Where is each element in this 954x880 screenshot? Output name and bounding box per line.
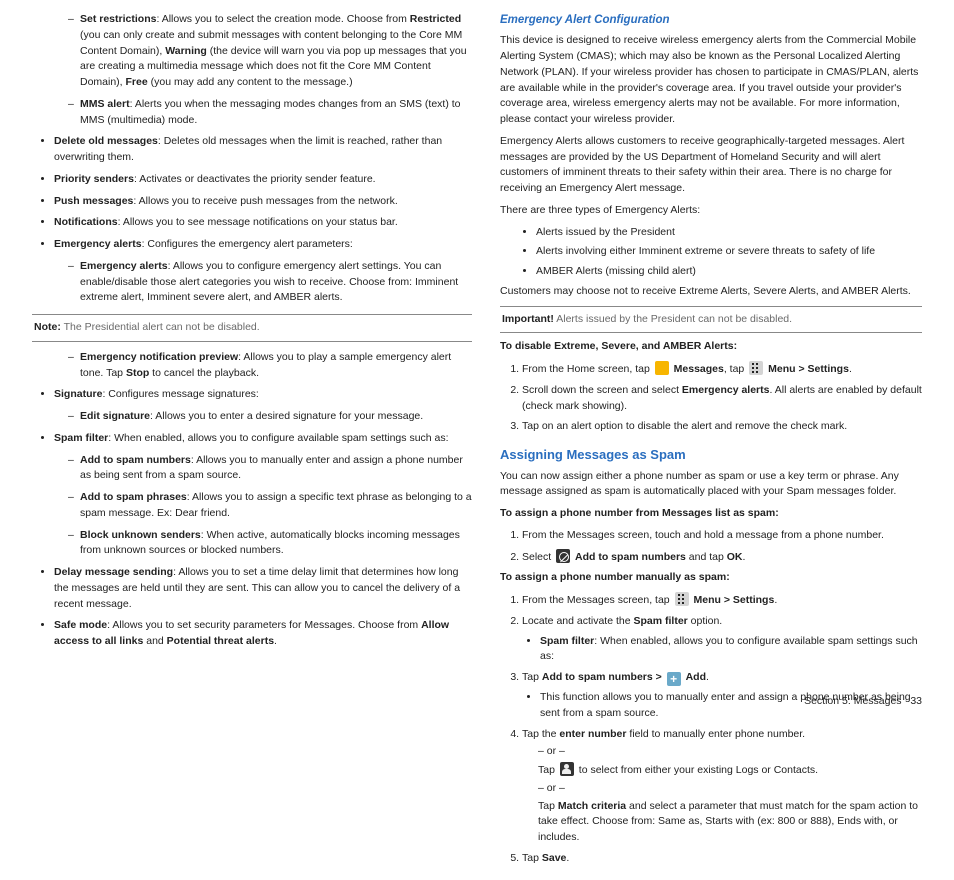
item-add-spam-numbers: Add to spam numbers: Allows you to manua…	[68, 453, 472, 485]
bullet-list-delay-safe: Delay message sending: Allows you to set…	[32, 565, 472, 650]
sub-list-emerg: Emergency alerts: Allows you to configur…	[32, 259, 472, 306]
assign-list-step-1: From the Messages screen, touch and hold…	[522, 528, 922, 544]
disable-header: To disable Extreme, Severe, and AMBER Al…	[500, 339, 922, 355]
item-add-spam-phrases: Add to spam phrases: Allows you to assig…	[68, 490, 472, 522]
manual-step-4: Tap the enter number field to manually e…	[522, 727, 922, 846]
contact-icon	[560, 762, 574, 776]
emerg-para-1: This device is designed to receive wirel…	[500, 33, 922, 128]
disable-steps: From the Home screen, tap Messages, tap …	[500, 361, 922, 435]
manual-step-4-sub-contacts: Tap to select from either your existing …	[538, 762, 922, 779]
item-safe-mode: Safe mode: Allows you to set security pa…	[54, 618, 472, 650]
bullet-list-signature: Signature: Configures message signatures…	[32, 387, 472, 403]
alert-type-imminent: Alerts involving either Imminent extreme…	[536, 244, 922, 260]
item-notifications: Notifications: Allows you to see message…	[54, 215, 472, 231]
item-emerg-alerts-sub: Emergency alerts: Allows you to configur…	[68, 259, 472, 306]
sub-list-restrictions: Set restrictions: Allows you to select t…	[32, 12, 472, 128]
manual-step-2-sub: Spam filter: When enabled, allows you to…	[522, 634, 922, 666]
item-emergency-alerts: Emergency alerts: Configures the emergen…	[54, 237, 472, 253]
or-divider-2: – or –	[538, 781, 922, 797]
item-block-unknown: Block unknown senders: When active, auto…	[68, 528, 472, 560]
note-presidential: Note: The Presidential alert can not be …	[32, 314, 472, 342]
disable-step-2: Scroll down the screen and select Emerge…	[522, 383, 922, 415]
item-signature: Signature: Configures message signatures…	[54, 387, 472, 403]
spam-icon	[556, 549, 570, 563]
bullet-list-spamfilter: Spam filter: When enabled, allows you to…	[32, 431, 472, 447]
manual-step-2: Locate and activate the Spam filter opti…	[522, 614, 922, 665]
emerg-para-3: There are three types of Emergency Alert…	[500, 203, 922, 219]
sub-list-spam: Add to spam numbers: Allows you to manua…	[32, 453, 472, 560]
messages-icon	[655, 361, 669, 375]
item-set-restrictions: Set restrictions: Allows you to select t…	[68, 12, 472, 91]
heading-emergency-config: Emergency Alert Configuration	[500, 12, 922, 29]
heading-spam: Assigning Messages as Spam	[500, 445, 922, 465]
item-priority-senders: Priority senders: Activates or deactivat…	[54, 172, 472, 188]
sub-list-emerg-preview: Emergency notification preview: Allows y…	[32, 350, 472, 382]
emerg-para-2: Emergency Alerts allows customers to rec…	[500, 134, 922, 197]
emerg-para-4: Customers may choose not to receive Extr…	[500, 284, 922, 300]
assign-manual-header: To assign a phone number manually as spa…	[500, 570, 922, 586]
important-box: Important! Alerts issued by the Presiden…	[500, 306, 922, 334]
footer-section: Section 5: Messages	[804, 695, 901, 707]
manual-step-5: Tap Save.	[522, 851, 922, 867]
manual-step-2-sub-item: Spam filter: When enabled, allows you to…	[540, 634, 922, 666]
item-mms-alert: MMS alert: Alerts you when the messaging…	[68, 97, 472, 129]
item-spam-filter: Spam filter: When enabled, allows you to…	[54, 431, 472, 447]
alert-type-amber: AMBER Alerts (missing child alert)	[536, 264, 922, 280]
footer-page: 33	[910, 695, 922, 707]
assign-from-list-header: To assign a phone number from Messages l…	[500, 506, 922, 522]
assign-list-steps: From the Messages screen, touch and hold…	[500, 528, 922, 566]
plus-icon: +	[667, 672, 681, 686]
disable-step-3: Tap on an alert option to disable the al…	[522, 419, 922, 435]
manual-step-4-sub-match: Tap Match criteria and select a paramete…	[538, 799, 922, 846]
spam-para-1: You can now assign either a phone number…	[500, 469, 922, 501]
alert-type-president: Alerts issued by the President	[536, 225, 922, 241]
or-divider-1: – or –	[538, 744, 922, 760]
item-delay-sending: Delay message sending: Allows you to set…	[54, 565, 472, 612]
menu-icon	[675, 592, 689, 606]
item-edit-signature: Edit signature: Allows you to enter a de…	[68, 409, 472, 425]
item-delete-old: Delete old messages: Deletes old message…	[54, 134, 472, 166]
bullet-list-main: Delete old messages: Deletes old message…	[32, 134, 472, 253]
assign-list-step-2: Select Add to spam numbers and tap OK.	[522, 549, 922, 566]
item-emerg-preview: Emergency notification preview: Allows y…	[68, 350, 472, 382]
manual-step-1: From the Messages screen, tap Menu > Set…	[522, 592, 922, 609]
item-push-messages: Push messages: Allows you to receive pus…	[54, 194, 472, 210]
disable-step-1: From the Home screen, tap Messages, tap …	[522, 361, 922, 378]
sub-list-signature: Edit signature: Allows you to enter a de…	[32, 409, 472, 425]
page-footer: Section 5: Messages 33	[804, 694, 922, 710]
assign-manual-steps: From the Messages screen, tap Menu > Set…	[500, 592, 922, 867]
left-column: Set restrictions: Allows you to select t…	[32, 12, 472, 872]
emerg-types-list: Alerts issued by the President Alerts in…	[500, 225, 922, 280]
menu-icon	[749, 361, 763, 375]
right-column: Emergency Alert Configuration This devic…	[500, 12, 922, 872]
